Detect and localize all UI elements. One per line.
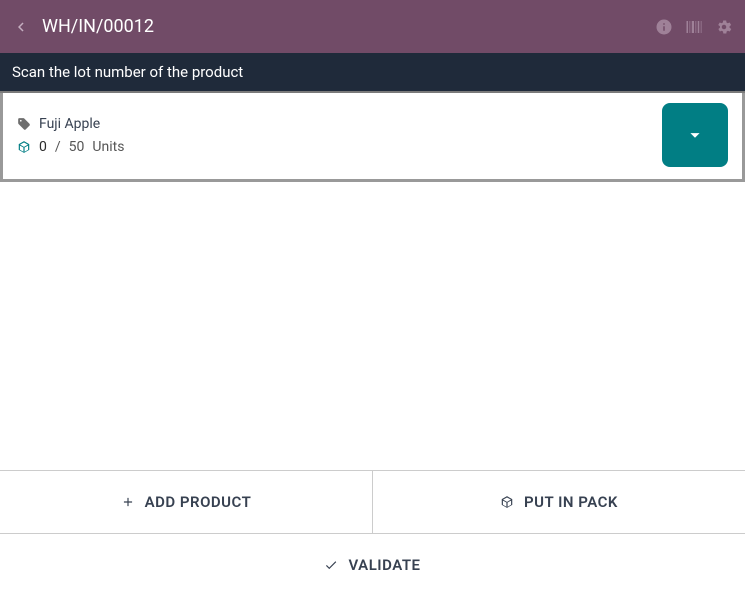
caret-down-icon	[684, 124, 706, 146]
back-button[interactable]	[12, 18, 30, 36]
info-button[interactable]	[655, 18, 673, 36]
barcode-button[interactable]	[685, 18, 703, 36]
app-header: WH/IN/00012	[0, 0, 745, 53]
instruction-bar: Scan the lot number of the product	[0, 53, 745, 93]
qty-done: 0	[39, 139, 47, 155]
put-in-pack-label: PUT IN PACK	[524, 493, 618, 511]
cube-icon	[17, 140, 31, 154]
qty-separator: /	[55, 139, 61, 155]
add-product-button[interactable]: ADD PRODUCT	[0, 471, 372, 533]
product-line: Fuji Apple 0 / 50 Units	[0, 93, 745, 182]
validate-button[interactable]: VALIDATE	[0, 533, 745, 595]
add-product-label: ADD PRODUCT	[145, 493, 252, 511]
settings-button[interactable]	[715, 18, 733, 36]
qty-demand: 50	[69, 139, 85, 155]
validate-label: VALIDATE	[348, 556, 420, 574]
qty-uom: Units	[92, 139, 124, 155]
barcode-icon	[685, 18, 703, 36]
package-icon	[500, 495, 514, 509]
expand-button[interactable]	[662, 103, 728, 167]
header-actions	[655, 18, 733, 36]
gear-icon	[715, 18, 733, 36]
empty-area	[0, 182, 745, 470]
product-name: Fuji Apple	[39, 116, 100, 132]
page-title: WH/IN/00012	[42, 16, 154, 37]
check-icon	[324, 558, 338, 572]
instruction-text: Scan the lot number of the product	[12, 63, 243, 81]
put-in-pack-button[interactable]: PUT IN PACK	[372, 471, 745, 533]
plus-icon	[121, 495, 135, 509]
tags-icon	[17, 117, 31, 131]
chevron-left-icon	[12, 18, 30, 36]
info-icon	[655, 18, 673, 36]
footer: ADD PRODUCT PUT IN PACK VALIDATE	[0, 470, 745, 595]
